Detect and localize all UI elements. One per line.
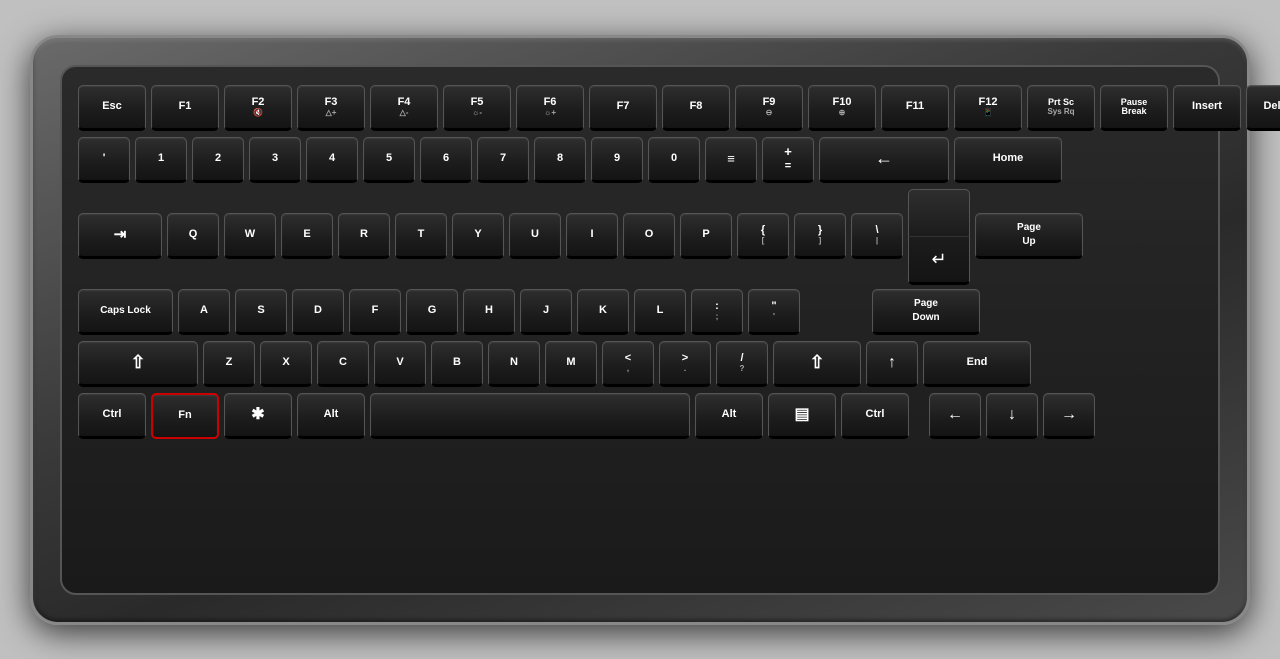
key-quote[interactable]: "' [748,289,800,335]
asdf-row: Caps Lock A S D F G H J K L :; "' Page D… [78,289,1202,335]
key-r[interactable]: R [338,213,390,259]
key-u[interactable]: U [509,213,561,259]
key-tab[interactable]: ⇥ [78,213,162,259]
key-b[interactable]: B [431,341,483,387]
key-pageup[interactable]: Page Up [975,213,1083,259]
key-g[interactable]: G [406,289,458,335]
key-f[interactable]: F [349,289,401,335]
key-z[interactable]: Z [203,341,255,387]
key-a[interactable]: A [178,289,230,335]
key-f6[interactable]: F6 ☼+ [516,85,584,131]
key-n[interactable]: N [488,341,540,387]
key-w[interactable]: W [224,213,276,259]
key-e[interactable]: E [281,213,333,259]
key-c[interactable]: C [317,341,369,387]
key-f8[interactable]: F8 [662,85,730,131]
qwerty-row: ⇥ Q W E R T Y U I O P {[ }] \| [78,189,1202,283]
key-0[interactable]: 0 [648,137,700,183]
key-h[interactable]: H [463,289,515,335]
key-2[interactable]: 2 [192,137,244,183]
key-fn[interactable]: Fn [151,393,219,439]
key-d[interactable]: D [292,289,344,335]
key-f12[interactable]: F12 📱 [954,85,1022,131]
key-5[interactable]: 5 [363,137,415,183]
key-comma[interactable]: <, [602,341,654,387]
key-lshift[interactable]: ⇧ [78,341,198,387]
key-slash[interactable]: /? [716,341,768,387]
key-pagedown[interactable]: Page Down [872,289,980,335]
key-lbracket[interactable]: {[ [737,213,789,259]
key-f7[interactable]: F7 [589,85,657,131]
key-capslock[interactable]: Caps Lock [78,289,173,335]
key-minus[interactable]: ≡ [705,137,757,183]
key-f9[interactable]: F9 ⊖ [735,85,803,131]
key-4[interactable]: 4 [306,137,358,183]
key-s[interactable]: S [235,289,287,335]
key-equals[interactable]: + = [762,137,814,183]
key-backtick[interactable]: ' [78,137,130,183]
key-end[interactable]: End [923,341,1031,387]
key-p[interactable]: P [680,213,732,259]
key-m[interactable]: M [545,341,597,387]
key-f1[interactable]: F1 [151,85,219,131]
key-rshift[interactable]: ⇧ [773,341,861,387]
key-j[interactable]: J [520,289,572,335]
key-k[interactable]: K [577,289,629,335]
key-ctrl-left[interactable]: Ctrl [78,393,146,439]
key-esc[interactable]: Esc [78,85,146,131]
key-8[interactable]: 8 [534,137,586,183]
key-rbracket[interactable]: }] [794,213,846,259]
bottom-row: Ctrl Fn ✱ Alt Alt ▤ Ctrl ← ↓ → [78,393,1202,439]
key-menu[interactable]: ▤ [768,393,836,439]
key-v[interactable]: V [374,341,426,387]
key-f10[interactable]: F10 ⊕ [808,85,876,131]
key-9[interactable]: 9 [591,137,643,183]
key-home[interactable]: Home [954,137,1062,183]
key-alt-right[interactable]: Alt [695,393,763,439]
key-left-arrow[interactable]: ← [929,393,981,439]
key-y[interactable]: Y [452,213,504,259]
key-i[interactable]: I [566,213,618,259]
key-q[interactable]: Q [167,213,219,259]
key-f4[interactable]: F4 △- [370,85,438,131]
key-6[interactable]: 6 [420,137,472,183]
key-ctrl-right[interactable]: Ctrl [841,393,909,439]
key-pause[interactable]: Pause Break [1100,85,1168,131]
keyboard-shell: Esc F1 F2 🔇 F3 △+ F4 △- F5 ☼- F6 ☼+ F [30,35,1250,625]
key-l[interactable]: L [634,289,686,335]
keyboard-plate: Esc F1 F2 🔇 F3 △+ F4 △- F5 ☼- F6 ☼+ F [60,65,1220,595]
key-right-arrow[interactable]: → [1043,393,1095,439]
key-f2[interactable]: F2 🔇 [224,85,292,131]
key-insert[interactable]: Insert [1173,85,1241,131]
number-row: ' 1 2 3 4 5 6 7 8 9 0 ≡ + = ← Home [78,137,1202,183]
key-space[interactable] [370,393,690,439]
key-enter[interactable]: ↵ [908,189,970,289]
key-backslash[interactable]: \| [851,213,903,259]
key-o[interactable]: O [623,213,675,259]
zxcv-row: ⇧ Z X C V B N M <, >. /? ⇧ ↑ End [78,341,1202,387]
key-delete[interactable]: Delete [1246,85,1280,131]
key-prtsc[interactable]: Prt Sc Sys Rq [1027,85,1095,131]
key-t[interactable]: T [395,213,447,259]
key-period[interactable]: >. [659,341,711,387]
key-f11[interactable]: F11 [881,85,949,131]
key-x[interactable]: X [260,341,312,387]
key-semicolon[interactable]: :; [691,289,743,335]
key-win[interactable]: ✱ [224,393,292,439]
key-f5[interactable]: F5 ☼- [443,85,511,131]
key-alt-left[interactable]: Alt [297,393,365,439]
key-backspace[interactable]: ← [819,137,949,183]
key-f3[interactable]: F3 △+ [297,85,365,131]
function-row: Esc F1 F2 🔇 F3 △+ F4 △- F5 ☼- F6 ☼+ F [78,85,1202,131]
key-7[interactable]: 7 [477,137,529,183]
key-3[interactable]: 3 [249,137,301,183]
key-up-arrow[interactable]: ↑ [866,341,918,387]
key-1[interactable]: 1 [135,137,187,183]
key-down-arrow[interactable]: ↓ [986,393,1038,439]
